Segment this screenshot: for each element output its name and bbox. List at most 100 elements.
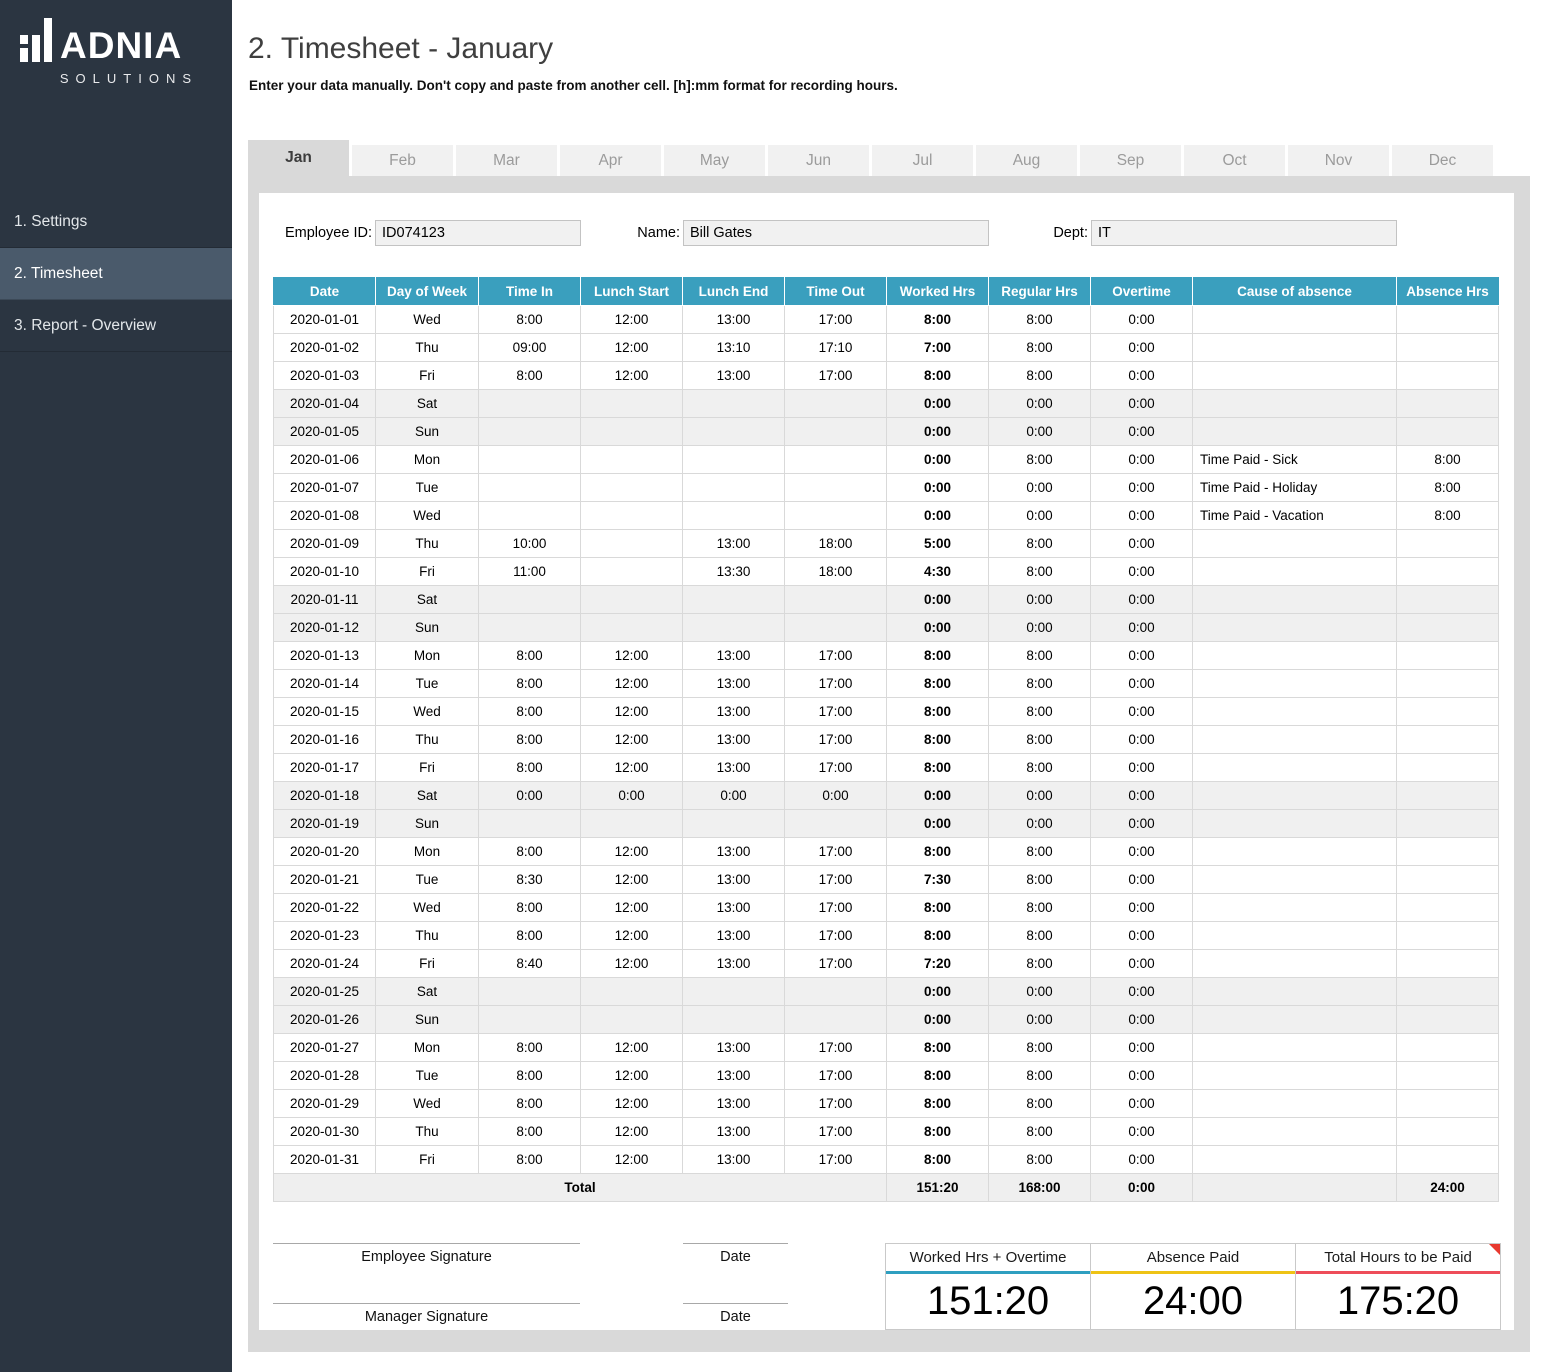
cell-overtime[interactable]: 0:00	[1091, 390, 1193, 418]
cell-cause[interactable]	[1193, 558, 1397, 586]
cell-cause[interactable]	[1193, 950, 1397, 978]
cell-worked[interactable]: 8:00	[887, 754, 989, 782]
cell-day[interactable]: Thu	[376, 334, 479, 362]
cell-lunch-end[interactable]	[683, 502, 785, 530]
cell-lunch-end[interactable]: 13:00	[683, 754, 785, 782]
cell-date[interactable]: 2020-01-01	[274, 306, 376, 334]
cell-overtime[interactable]: 0:00	[1091, 894, 1193, 922]
tab-aug[interactable]: Aug	[976, 145, 1077, 176]
cell-time-in[interactable]	[479, 978, 581, 1006]
cell-overtime[interactable]: 0:00	[1091, 978, 1193, 1006]
tab-jan[interactable]: Jan	[248, 140, 349, 176]
cell-regular[interactable]: 8:00	[989, 334, 1091, 362]
cell-worked[interactable]: 0:00	[887, 1006, 989, 1034]
cell-time-out[interactable]: 17:00	[785, 894, 887, 922]
cell-absence[interactable]	[1397, 754, 1499, 782]
cell-day[interactable]: Sun	[376, 1006, 479, 1034]
cell-date[interactable]: 2020-01-12	[274, 614, 376, 642]
cell-lunch-start[interactable]	[581, 418, 683, 446]
cell-time-in[interactable]: 8:00	[479, 726, 581, 754]
cell-lunch-end[interactable]: 13:00	[683, 530, 785, 558]
cell-absence[interactable]	[1397, 1034, 1499, 1062]
cell-worked[interactable]: 5:00	[887, 530, 989, 558]
cell-day[interactable]: Thu	[376, 530, 479, 558]
cell-absence[interactable]	[1397, 1006, 1499, 1034]
cell-absence[interactable]	[1397, 698, 1499, 726]
cell-lunch-end[interactable]	[683, 446, 785, 474]
cell-cause[interactable]	[1193, 1034, 1397, 1062]
cell-overtime[interactable]: 0:00	[1091, 642, 1193, 670]
cell-absence[interactable]	[1397, 782, 1499, 810]
cell-time-in[interactable]	[479, 614, 581, 642]
cell-cause[interactable]	[1193, 670, 1397, 698]
cell-day[interactable]: Sun	[376, 418, 479, 446]
cell-cause[interactable]	[1193, 1118, 1397, 1146]
cell-overtime[interactable]: 0:00	[1091, 922, 1193, 950]
cell-time-in[interactable]: 8:00	[479, 1118, 581, 1146]
cell-overtime[interactable]: 0:00	[1091, 670, 1193, 698]
cell-time-out[interactable]: 17:00	[785, 306, 887, 334]
cell-time-out[interactable]: 17:10	[785, 334, 887, 362]
cell-worked[interactable]: 0:00	[887, 502, 989, 530]
cell-date[interactable]: 2020-01-17	[274, 754, 376, 782]
cell-regular[interactable]: 8:00	[989, 838, 1091, 866]
cell-time-in[interactable]	[479, 502, 581, 530]
cell-time-in[interactable]: 8:00	[479, 1062, 581, 1090]
cell-worked[interactable]: 0:00	[887, 418, 989, 446]
cell-worked[interactable]: 7:20	[887, 950, 989, 978]
cell-overtime[interactable]: 0:00	[1091, 586, 1193, 614]
cell-time-in[interactable]: 11:00	[479, 558, 581, 586]
cell-worked[interactable]: 0:00	[887, 474, 989, 502]
cell-absence[interactable]	[1397, 334, 1499, 362]
cell-cause[interactable]: Time Paid - Vacation	[1193, 502, 1397, 530]
cell-lunch-start[interactable]	[581, 558, 683, 586]
cell-lunch-start[interactable]	[581, 978, 683, 1006]
cell-date[interactable]: 2020-01-14	[274, 670, 376, 698]
cell-regular[interactable]: 0:00	[989, 614, 1091, 642]
cell-regular[interactable]: 8:00	[989, 1118, 1091, 1146]
cell-time-out[interactable]: 17:00	[785, 670, 887, 698]
cell-time-out[interactable]	[785, 446, 887, 474]
cell-absence[interactable]	[1397, 558, 1499, 586]
cell-cause[interactable]	[1193, 362, 1397, 390]
cell-cause[interactable]	[1193, 334, 1397, 362]
cell-cause[interactable]	[1193, 1006, 1397, 1034]
cell-regular[interactable]: 8:00	[989, 1146, 1091, 1174]
cell-cause[interactable]	[1193, 586, 1397, 614]
cell-lunch-end[interactable]: 13:00	[683, 698, 785, 726]
cell-cause[interactable]	[1193, 838, 1397, 866]
cell-absence[interactable]	[1397, 1062, 1499, 1090]
cell-time-in[interactable]: 0:00	[479, 782, 581, 810]
cell-cause[interactable]	[1193, 614, 1397, 642]
cell-date[interactable]: 2020-01-04	[274, 390, 376, 418]
cell-cause[interactable]	[1193, 642, 1397, 670]
cell-lunch-start[interactable]	[581, 530, 683, 558]
cell-day[interactable]: Tue	[376, 1062, 479, 1090]
cell-cause[interactable]	[1193, 894, 1397, 922]
cell-cause[interactable]: Time Paid - Sick	[1193, 446, 1397, 474]
cell-lunch-start[interactable]: 12:00	[581, 726, 683, 754]
cell-time-out[interactable]: 17:00	[785, 1062, 887, 1090]
cell-lunch-start[interactable]: 12:00	[581, 306, 683, 334]
cell-lunch-start[interactable]	[581, 502, 683, 530]
cell-lunch-start[interactable]: 12:00	[581, 1146, 683, 1174]
cell-regular[interactable]: 0:00	[989, 502, 1091, 530]
cell-absence[interactable]	[1397, 1090, 1499, 1118]
cell-day[interactable]: Tue	[376, 670, 479, 698]
employee-id-field[interactable]	[375, 220, 581, 246]
cell-time-in[interactable]: 8:00	[479, 894, 581, 922]
cell-regular[interactable]: 8:00	[989, 894, 1091, 922]
cell-overtime[interactable]: 0:00	[1091, 474, 1193, 502]
cell-date[interactable]: 2020-01-16	[274, 726, 376, 754]
cell-absence[interactable]	[1397, 390, 1499, 418]
cell-lunch-start[interactable]: 0:00	[581, 782, 683, 810]
tab-jun[interactable]: Jun	[768, 145, 869, 176]
cell-time-out[interactable]	[785, 390, 887, 418]
cell-time-in[interactable]: 8:00	[479, 1090, 581, 1118]
cell-time-out[interactable]: 17:00	[785, 1146, 887, 1174]
cell-regular[interactable]: 8:00	[989, 1062, 1091, 1090]
cell-lunch-start[interactable]: 12:00	[581, 1118, 683, 1146]
cell-date[interactable]: 2020-01-25	[274, 978, 376, 1006]
cell-lunch-start[interactable]	[581, 810, 683, 838]
cell-regular[interactable]: 8:00	[989, 698, 1091, 726]
